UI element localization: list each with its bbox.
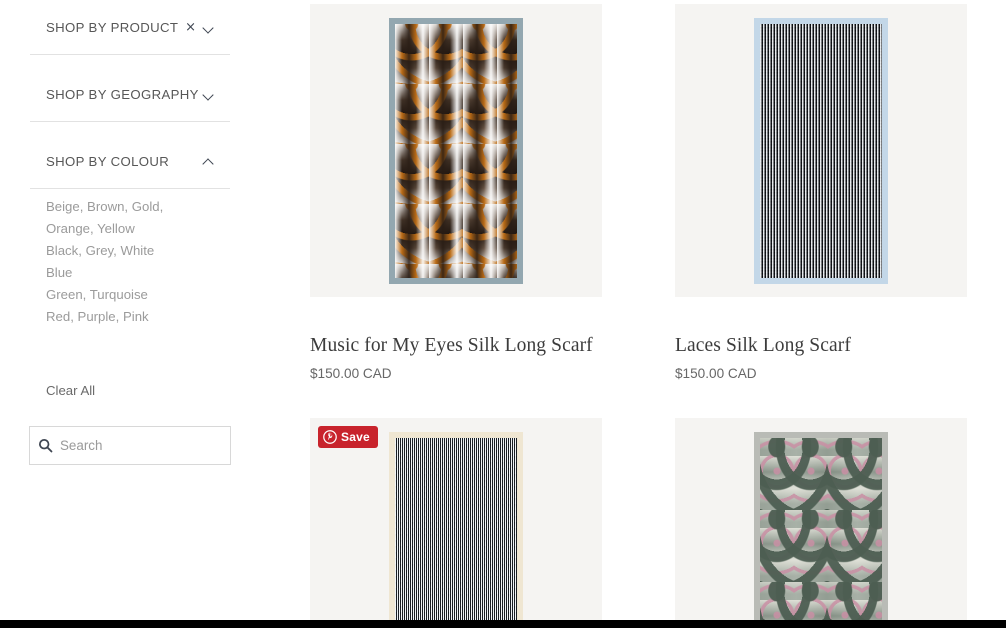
product-image-link[interactable]: Save <box>310 418 602 628</box>
product-price: $150.00 CAD <box>310 366 392 382</box>
filter-header-icons-geography <box>203 89 230 100</box>
filter-divider <box>30 188 230 189</box>
product-title[interactable]: Laces Silk Long Scarf <box>675 335 967 356</box>
colour-option-blue[interactable]: Blue <box>46 262 176 284</box>
filter-title-geography: SHOP BY GEOGRAPHY <box>46 86 199 102</box>
filter-group-geography: SHOP BY GEOGRAPHY <box>30 79 230 122</box>
colour-option-green-turquoise[interactable]: Green, Turquoise <box>46 284 176 306</box>
filter-header-geography[interactable]: SHOP BY GEOGRAPHY <box>30 79 230 109</box>
colour-option-beige-brown-gold-orange-yellow[interactable]: Beige, Brown, Gold, Orange, Yellow <box>46 196 176 240</box>
product-image <box>389 17 523 284</box>
filter-divider <box>30 121 230 122</box>
product-image-link[interactable] <box>675 4 967 297</box>
colour-option-black-grey-white[interactable]: Black, Grey, White <box>46 240 176 262</box>
product-grid: Music for My Eyes Silk Long Scarf $150.0… <box>310 0 1006 628</box>
pinterest-icon <box>323 430 337 444</box>
chevron-up-icon[interactable] <box>203 156 214 167</box>
colour-option-red-purple-pink[interactable]: Red, Purple, Pink <box>46 306 176 328</box>
chevron-down-icon[interactable] <box>203 22 214 33</box>
filter-header-product[interactable]: SHOP BY PRODUCT × <box>30 12 230 42</box>
filter-title-product: SHOP BY PRODUCT <box>46 19 179 35</box>
pinterest-save-button[interactable]: Save <box>318 426 378 448</box>
product-image <box>389 431 523 628</box>
product-card: Laces Silk Long Scarf $150.00 CAD <box>675 4 967 381</box>
product-card: Save <box>310 418 602 628</box>
colour-option-list: Beige, Brown, Gold, Orange, Yellow Black… <box>46 196 246 328</box>
search-icon <box>30 438 60 453</box>
filter-header-icons-colour <box>203 156 230 167</box>
pinterest-save-label: Save <box>341 430 370 444</box>
product-image-link[interactable] <box>310 4 602 297</box>
product-price: $150.00 CAD <box>675 366 757 382</box>
search-input[interactable] <box>60 438 220 453</box>
filter-header-icons-product: × <box>185 21 230 34</box>
filter-sidebar: SHOP BY PRODUCT × SHOP BY GEOGRAPHY SHOP… <box>0 0 290 628</box>
bottom-bar <box>0 620 1006 628</box>
filter-title-colour: SHOP BY COLOUR <box>46 153 170 169</box>
product-title[interactable]: Music for My Eyes Silk Long Scarf <box>310 335 602 356</box>
close-icon[interactable]: × <box>185 21 196 34</box>
product-card: Music for My Eyes Silk Long Scarf $150.0… <box>310 4 602 381</box>
filter-group-product: SHOP BY PRODUCT × <box>30 12 230 55</box>
product-card <box>675 418 967 628</box>
chevron-down-icon[interactable] <box>203 89 214 100</box>
search-box[interactable] <box>29 426 231 465</box>
product-image <box>754 17 888 284</box>
filter-divider <box>30 54 230 55</box>
product-listing-page: SHOP BY PRODUCT × SHOP BY GEOGRAPHY SHOP… <box>0 0 1006 628</box>
clear-all-link[interactable]: Clear All <box>46 383 95 398</box>
product-image <box>754 431 888 628</box>
filter-header-colour[interactable]: SHOP BY COLOUR <box>30 146 230 176</box>
filter-group-colour: SHOP BY COLOUR <box>30 146 230 189</box>
product-image-link[interactable] <box>675 418 967 628</box>
